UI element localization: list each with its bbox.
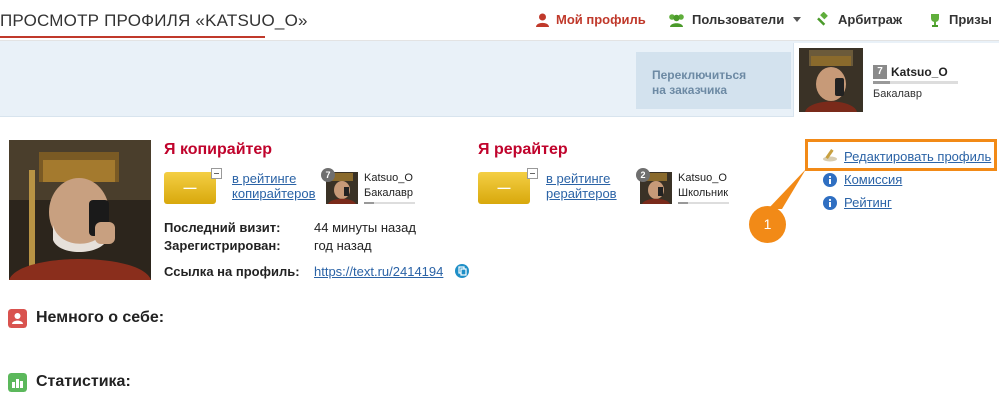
copywriter-badge-button[interactable]: — bbox=[164, 172, 216, 204]
user-name: Katsuo_O bbox=[891, 65, 948, 79]
trophy-icon bbox=[931, 13, 939, 27]
collapse-icon[interactable] bbox=[527, 168, 538, 179]
rewriter-level-badge: 2 bbox=[636, 168, 650, 182]
copywriter-rating-link[interactable]: в рейтинге копирайтеров bbox=[232, 171, 316, 201]
user-rank: Бакалавр bbox=[873, 88, 923, 100]
edit-pencil-icon bbox=[823, 149, 837, 162]
rewriter-badge-button[interactable]: — bbox=[478, 172, 530, 204]
collapse-icon[interactable] bbox=[211, 168, 222, 179]
rewriter-rating-link[interactable]: в рейтинге рерайтеров bbox=[546, 171, 617, 201]
nav-users[interactable]: Пользователи bbox=[668, 12, 802, 27]
switch-button-line2: на заказчика bbox=[652, 83, 728, 97]
stats-section-icon bbox=[8, 373, 27, 392]
info-icon bbox=[823, 173, 837, 187]
switch-to-customer-button[interactable]: Переключиться на заказчика bbox=[636, 52, 791, 109]
nav-prizes[interactable]: Призы bbox=[928, 12, 992, 27]
rewriter-progress-bar bbox=[678, 202, 729, 204]
card-pointer bbox=[888, 116, 902, 123]
users-icon bbox=[669, 13, 684, 27]
rewriter-title: Я рерайтер bbox=[478, 141, 568, 158]
profile-avatar bbox=[9, 140, 151, 280]
copywriter-user-name: Katsuo_O bbox=[364, 172, 413, 184]
user-section-icon bbox=[8, 309, 27, 328]
copywriter-title: Я копирайтер bbox=[164, 141, 273, 158]
chevron-down-icon bbox=[793, 17, 802, 22]
rewriter-user-name: Katsuo_O bbox=[678, 172, 727, 184]
info-icon bbox=[823, 196, 837, 210]
user-progress-bar bbox=[873, 81, 958, 84]
nav-my-profile-label: Мой профиль bbox=[556, 12, 646, 27]
rewriter-rating-link-line2: рерайтеров bbox=[546, 186, 617, 201]
user-level-badge: 7 bbox=[873, 65, 887, 79]
callout-number-badge: 1 bbox=[749, 206, 786, 243]
nav-my-profile[interactable]: Мой профиль bbox=[536, 12, 646, 27]
last-visit-label: Последний визит: bbox=[164, 220, 281, 235]
about-section-title: Немного о себе: bbox=[36, 309, 165, 326]
registered-label: Зарегистрирован: bbox=[164, 238, 281, 253]
copywriter-progress-bar bbox=[364, 202, 415, 204]
current-user-card[interactable]: 7 Katsuo_O Бакалавр bbox=[793, 43, 999, 117]
copy-icon[interactable] bbox=[455, 264, 469, 278]
avatar bbox=[799, 48, 863, 112]
rating-link[interactable]: Рейтинг bbox=[844, 195, 892, 210]
nav-prizes-label: Призы bbox=[949, 12, 992, 27]
switch-button-line1: Переключиться bbox=[652, 68, 747, 82]
copywriter-rank: Бакалавр bbox=[364, 187, 414, 199]
edit-profile-link[interactable]: Редактировать профиль bbox=[844, 149, 991, 164]
stats-section-title: Статистика: bbox=[36, 373, 131, 390]
nav-arbitration-label: Арбитраж bbox=[838, 12, 903, 27]
last-visit-value: 44 минуты назад bbox=[314, 220, 416, 235]
page-title-underline bbox=[0, 36, 265, 38]
page-title: ПРОСМОТР ПРОФИЛЯ «KATSUO_O» bbox=[0, 11, 308, 30]
nav-arbitration[interactable]: Арбитраж bbox=[816, 12, 902, 27]
registered-value: год назад bbox=[314, 238, 372, 253]
commission-link[interactable]: Комиссия bbox=[844, 172, 902, 187]
copywriter-level-badge: 7 bbox=[321, 168, 335, 182]
rewriter-rank: Школьник bbox=[678, 187, 729, 199]
copywriter-rating-link-line1: в рейтинге bbox=[232, 171, 297, 186]
profile-link[interactable]: https://text.ru/2414194 bbox=[314, 264, 443, 279]
gavel-icon bbox=[817, 12, 828, 26]
top-navigation: ПРОСМОТР ПРОФИЛЯ «KATSUO_O» Мой профиль … bbox=[0, 0, 999, 40]
copywriter-rating-link-line2: копирайтеров bbox=[232, 186, 316, 201]
profile-link-label: Ссылка на профиль: bbox=[164, 264, 300, 279]
user-icon bbox=[536, 13, 549, 27]
rewriter-rating-link-line1: в рейтинге bbox=[546, 171, 611, 186]
nav-users-label: Пользователи bbox=[692, 12, 785, 27]
